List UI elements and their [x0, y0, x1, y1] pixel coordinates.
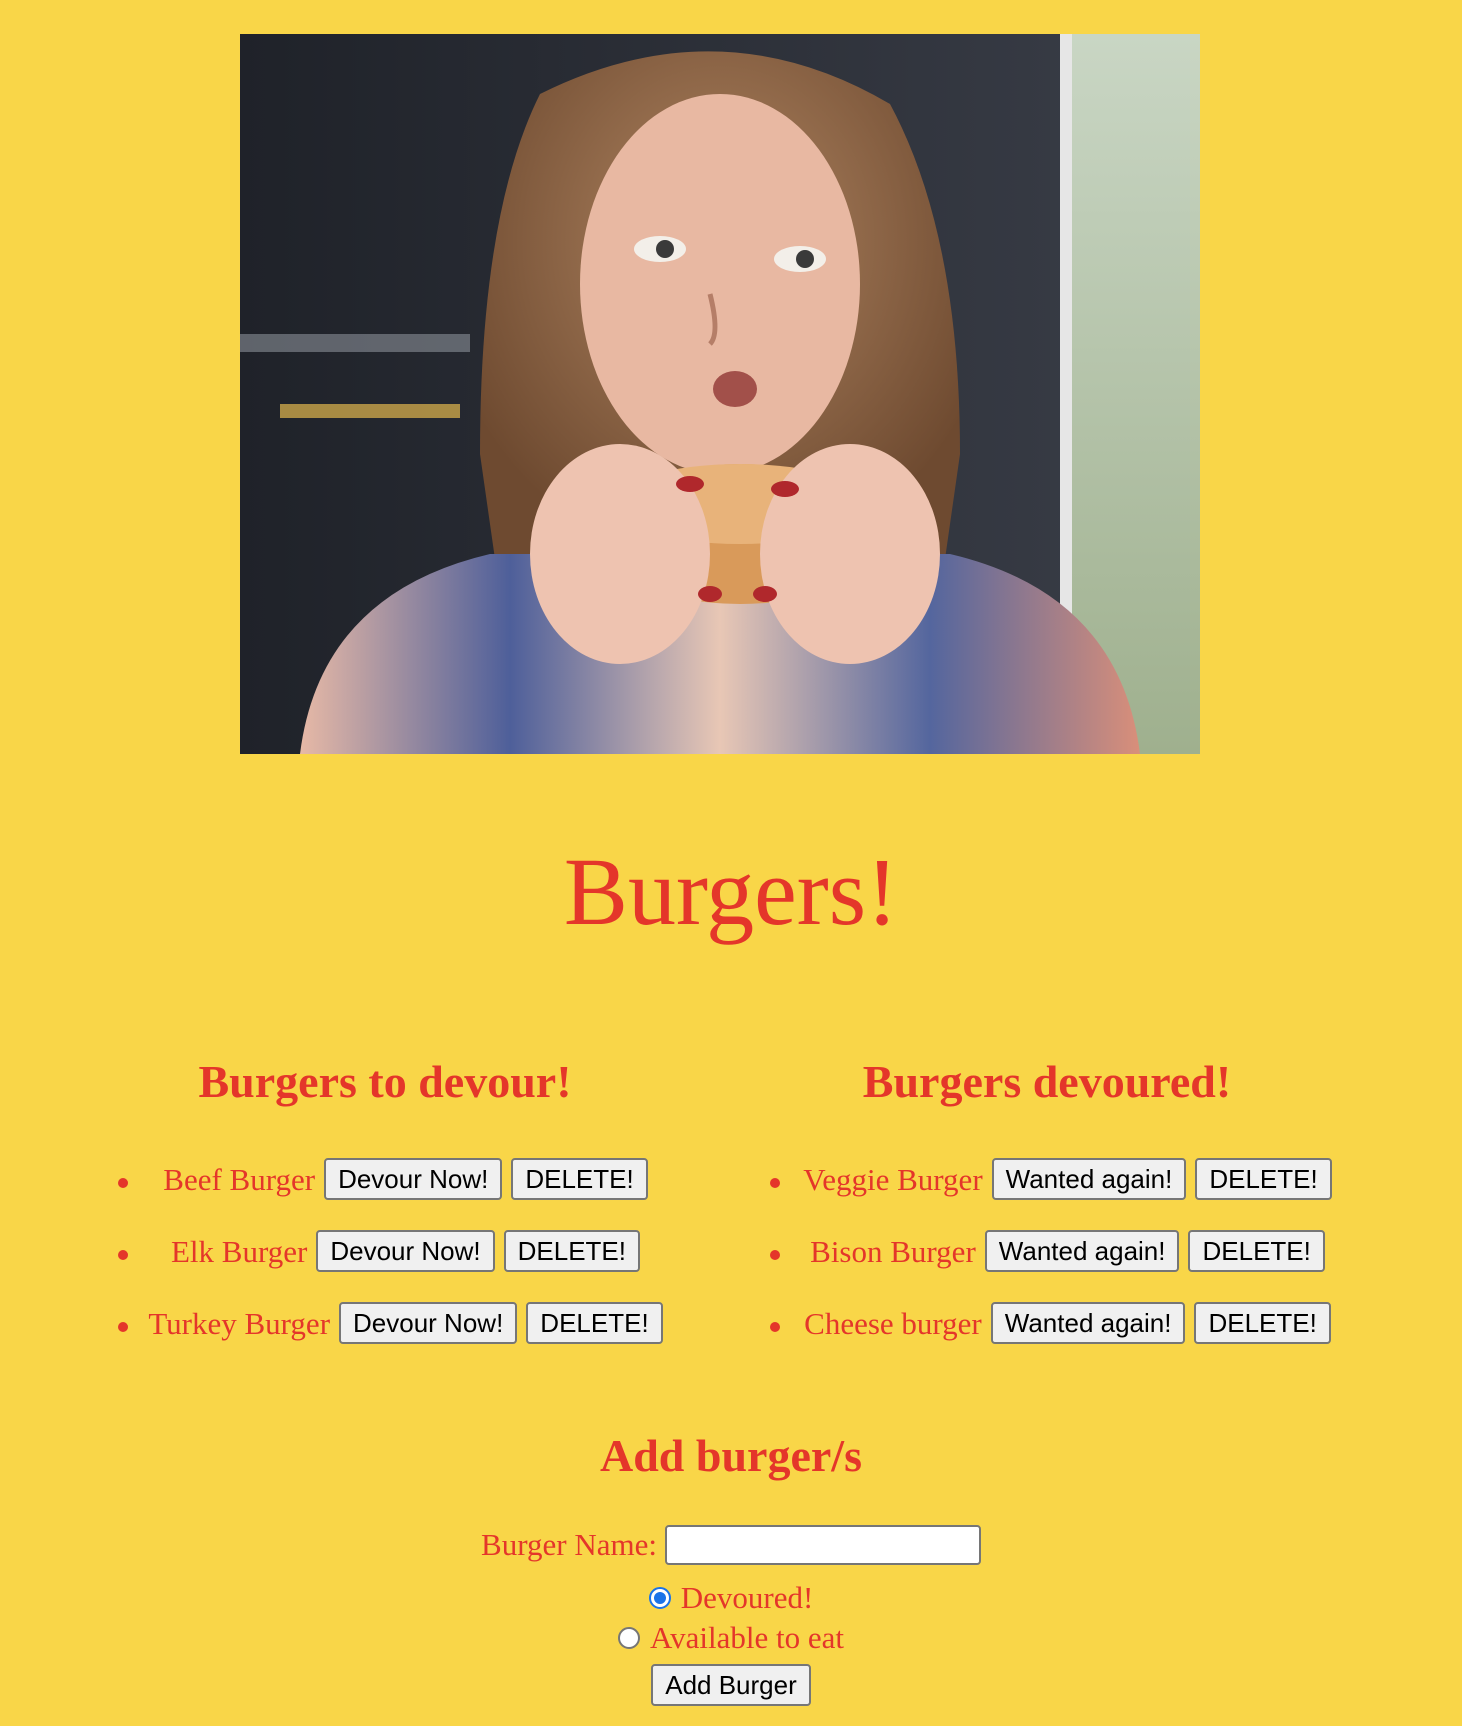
burger-name: Bison Burger — [810, 1234, 976, 1269]
person-eating-burger-photo — [240, 34, 1200, 754]
devour-now-button[interactable]: Devour Now! — [339, 1302, 518, 1344]
add-burger-button[interactable]: Add Burger — [651, 1664, 811, 1706]
wanted-again-button[interactable]: Wanted again! — [984, 1230, 1180, 1272]
list-item: Turkey Burger Devour Now! DELETE! — [110, 1302, 710, 1374]
wanted-again-button[interactable]: Wanted again! — [991, 1158, 1187, 1200]
submit-row: Add Burger — [0, 1664, 1462, 1706]
list-item: Cheese burger Wanted again! DELETE! — [762, 1302, 1382, 1374]
bullet-icon — [118, 1322, 128, 1332]
wanted-again-button[interactable]: Wanted again! — [990, 1302, 1186, 1344]
list-item: Bison Burger Wanted again! DELETE! — [762, 1230, 1382, 1302]
burger-name-label: Burger Name: — [481, 1527, 657, 1562]
to-devour-list: Beef Burger Devour Now! DELETE! Elk Burg… — [110, 1158, 710, 1374]
bullet-icon — [770, 1322, 780, 1332]
available-radio-row[interactable]: Available to eat — [0, 1618, 1462, 1658]
devoured-list: Veggie Burger Wanted again! DELETE! Biso… — [762, 1158, 1382, 1374]
bullet-icon — [770, 1250, 780, 1260]
devoured-radio-label: Devoured! — [680, 1580, 814, 1615]
devour-now-button[interactable]: Devour Now! — [316, 1230, 495, 1272]
burger-name: Cheese burger — [804, 1306, 982, 1341]
delete-button[interactable]: DELETE! — [1188, 1230, 1325, 1272]
delete-button[interactable]: DELETE! — [511, 1158, 648, 1200]
add-burger-heading: Add burger/s — [600, 1430, 862, 1481]
available-radio-label: Available to eat — [650, 1620, 844, 1655]
burger-name-row: Burger Name: — [0, 1524, 1462, 1566]
list-item: Beef Burger Devour Now! DELETE! — [110, 1158, 710, 1230]
delete-button[interactable]: DELETE! — [503, 1230, 640, 1272]
devoured-heading: Burgers devoured! — [862, 1056, 1232, 1107]
burger-name: Elk Burger — [171, 1234, 308, 1269]
list-item: Elk Burger Devour Now! DELETE! — [110, 1230, 710, 1302]
bullet-icon — [118, 1250, 128, 1260]
delete-button[interactable]: DELETE! — [1195, 1158, 1332, 1200]
page-title: Burgers! — [563, 838, 899, 945]
burger-name: Veggie Burger — [803, 1162, 983, 1197]
burger-name-input[interactable] — [664, 1525, 981, 1565]
hero-image — [240, 34, 1200, 754]
bullet-icon — [770, 1178, 780, 1188]
delete-button[interactable]: DELETE! — [526, 1302, 663, 1344]
to-devour-heading: Burgers to devour! — [198, 1056, 572, 1107]
devour-now-button[interactable]: Devour Now! — [324, 1158, 503, 1200]
devoured-radio[interactable] — [648, 1587, 671, 1609]
list-item: Veggie Burger Wanted again! DELETE! — [762, 1158, 1382, 1230]
burger-name: Turkey Burger — [148, 1306, 331, 1341]
devoured-radio-row[interactable]: Devoured! — [0, 1578, 1462, 1618]
delete-button[interactable]: DELETE! — [1194, 1302, 1331, 1344]
bullet-icon — [118, 1178, 128, 1188]
burger-name: Beef Burger — [163, 1162, 316, 1197]
available-radio[interactable] — [618, 1627, 641, 1649]
